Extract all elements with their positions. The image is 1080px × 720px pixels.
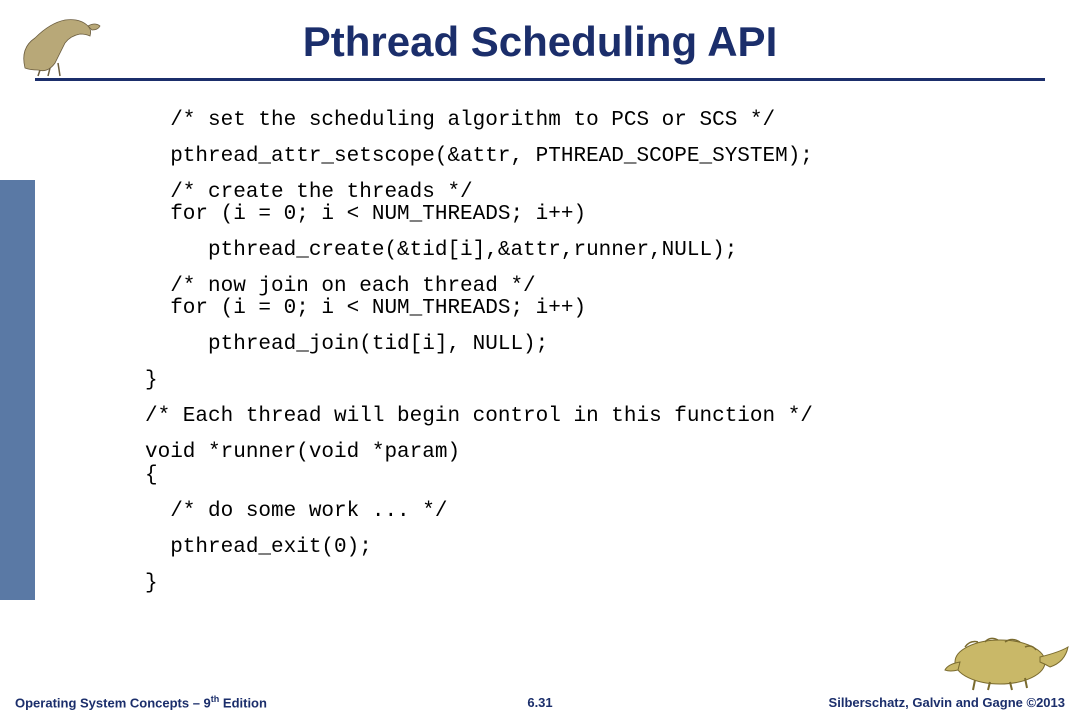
title-underline (35, 78, 1045, 81)
code-line: pthread_create(&tid[i],&attr,runner,NULL… (145, 240, 1050, 262)
code-block: /* set the scheduling algorithm to PCS o… (145, 110, 1050, 609)
code-line: /* set the scheduling algorithm to PCS o… (145, 110, 1050, 132)
code-line: for (i = 0; i < NUM_THREADS; i++) (145, 298, 1050, 320)
code-line: } (145, 573, 1050, 595)
code-line: pthread_join(tid[i], NULL); (145, 334, 1050, 356)
footer-left: Operating System Concepts – 9th Edition (15, 694, 267, 710)
slide: Pthread Scheduling API /* set the schedu… (0, 0, 1080, 720)
code-line: /* do some work ... */ (145, 501, 1050, 523)
code-line: } (145, 370, 1050, 392)
code-line: /* Each thread will begin control in thi… (145, 406, 1050, 428)
code-line: pthread_attr_setscope(&attr, PTHREAD_SCO… (145, 146, 1050, 168)
code-line: { (145, 465, 1050, 487)
slide-title: Pthread Scheduling API (0, 18, 1080, 66)
code-line: pthread_exit(0); (145, 537, 1050, 559)
code-line: /* now join on each thread */ (145, 276, 1050, 298)
footer: Operating System Concepts – 9th Edition … (0, 684, 1080, 710)
code-line: void *runner(void *param) (145, 442, 1050, 464)
edition-ordinal: th (211, 694, 220, 704)
left-accent-bar (0, 180, 35, 600)
book-title-part-b: Edition (219, 695, 267, 710)
code-line: /* create the threads */ (145, 182, 1050, 204)
slide-number: 6.31 (527, 695, 552, 710)
code-line: for (i = 0; i < NUM_THREADS; i++) (145, 204, 1050, 226)
dinosaur-bottom-icon (940, 612, 1070, 692)
book-title-part-a: Operating System Concepts – 9 (15, 695, 211, 710)
copyright: Silberschatz, Galvin and Gagne ©2013 (829, 695, 1065, 710)
